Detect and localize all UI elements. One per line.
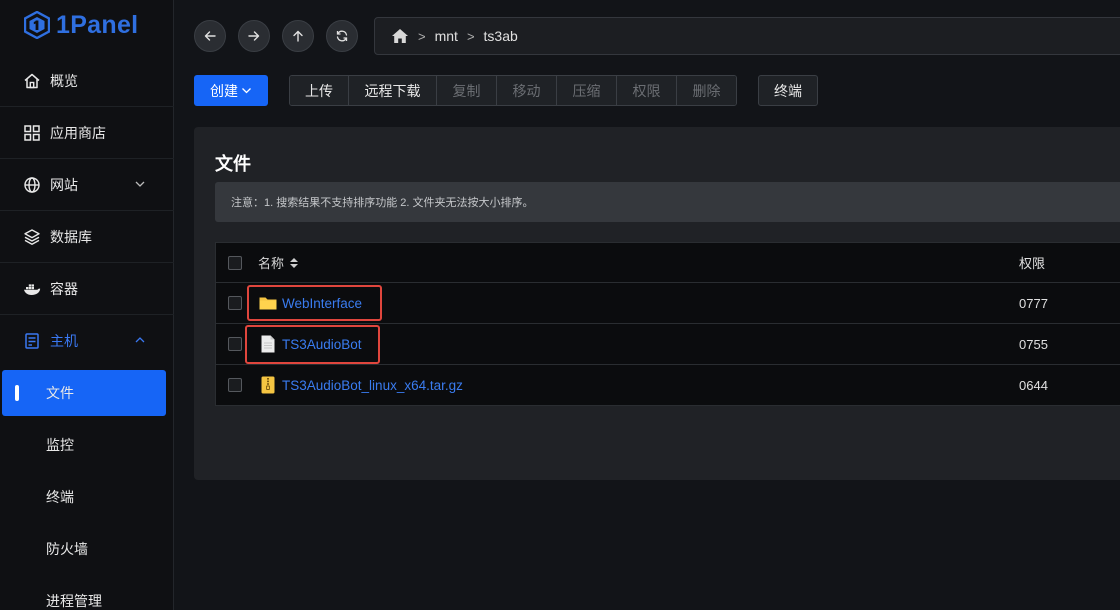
- file-name-link[interactable]: WebInterface: [282, 296, 362, 311]
- move-button[interactable]: 移动: [497, 76, 557, 105]
- file-name-link[interactable]: TS3AudioBot: [282, 337, 362, 352]
- path-breadcrumb: > mnt > ts3ab: [374, 17, 1120, 55]
- sidebar-subitem-monitor[interactable]: 监控: [0, 419, 174, 471]
- sidebar-item-label: 概览: [50, 72, 78, 89]
- sort-icon[interactable]: [289, 257, 299, 269]
- docker-icon: [22, 279, 42, 299]
- file-icon: [258, 334, 278, 354]
- app-logo[interactable]: 1Panel: [24, 10, 138, 40]
- notice-banner: 注意：1. 搜索结果不支持排序功能 2. 文件夹无法按大小排序。: [215, 182, 1120, 222]
- refresh-button[interactable]: [326, 20, 358, 52]
- forward-button[interactable]: [238, 20, 270, 52]
- archive-icon: [258, 375, 278, 395]
- breadcrumb-item[interactable]: mnt: [435, 28, 458, 44]
- remote-download-button[interactable]: 远程下载: [349, 76, 437, 105]
- table-row[interactable]: TS3AudioBot_linux_x64.tar.gz 0644: [216, 365, 1120, 405]
- terminal-button[interactable]: 终端: [758, 75, 818, 106]
- sidebar-subitem-files[interactable]: 文件: [2, 370, 166, 416]
- sidebar-subitem-label: 防火墙: [46, 541, 88, 557]
- sidebar-subitem-label: 终端: [46, 489, 74, 505]
- up-button[interactable]: [282, 20, 314, 52]
- table-row[interactable]: TS3AudioBot 0755: [216, 324, 1120, 365]
- home-icon: [22, 71, 42, 91]
- home-path-icon[interactable]: [391, 27, 409, 45]
- sidebar-subitem-label: 文件: [46, 385, 74, 401]
- sidebar-subitem-label: 进程管理: [46, 593, 102, 609]
- chevron-down-icon: [135, 181, 145, 187]
- breadcrumb-separator: >: [466, 28, 475, 44]
- back-button[interactable]: [194, 20, 226, 52]
- arrow-left-icon: [204, 31, 216, 41]
- sidebar-item-label: 应用商店: [50, 124, 106, 141]
- name-column-label: 名称: [258, 256, 285, 271]
- sidebar-item-container[interactable]: 容器: [0, 263, 174, 315]
- create-button[interactable]: 创建: [194, 75, 268, 106]
- file-table: 名称 权限 WebInterface 0777 TS3AudioBot 0755…: [215, 242, 1120, 406]
- notice-text: 注意：1. 搜索结果不支持排序功能 2. 文件夹无法按大小排序。: [231, 197, 534, 209]
- breadcrumb-item[interactable]: ts3ab: [484, 28, 518, 44]
- server-icon: [22, 331, 42, 351]
- sidebar-item-label: 数据库: [50, 228, 92, 245]
- sidebar-subitem-firewall[interactable]: 防火墙: [0, 523, 174, 575]
- row-checkbox[interactable]: [228, 337, 242, 351]
- grid-icon: [22, 123, 42, 143]
- breadcrumb-separator: >: [418, 28, 426, 44]
- arrow-up-icon: [293, 30, 303, 42]
- page-title: 文件: [215, 154, 251, 174]
- chevron-down-icon: [242, 88, 251, 94]
- sidebar-item-database[interactable]: 数据库: [0, 211, 174, 263]
- select-all-checkbox[interactable]: [228, 255, 242, 270]
- sidebar-subitem-label: 监控: [46, 437, 74, 453]
- copy-button[interactable]: 复制: [437, 76, 497, 105]
- permission-cell: 0777: [1019, 295, 1048, 311]
- permission-column-header: 权限: [1019, 256, 1046, 271]
- file-name-cell: TS3AudioBot: [258, 334, 362, 354]
- folder-icon: [258, 293, 278, 313]
- sidebar-item-label: 容器: [50, 280, 78, 297]
- sidebar-subitem-terminal[interactable]: 终端: [0, 471, 174, 523]
- permission-cell: 0644: [1019, 377, 1048, 393]
- name-column-header[interactable]: 名称: [258, 253, 299, 272]
- table-row[interactable]: WebInterface 0777: [216, 283, 1120, 324]
- sidebar-item-overview[interactable]: 概览: [0, 55, 174, 107]
- globe-icon: [22, 175, 42, 195]
- compress-button[interactable]: 压缩: [557, 76, 617, 105]
- permission-cell: 0755: [1019, 336, 1048, 352]
- row-checkbox[interactable]: [228, 296, 242, 310]
- row-checkbox[interactable]: [228, 378, 242, 392]
- chevron-up-icon: [135, 337, 145, 343]
- permission-button[interactable]: 权限: [617, 76, 677, 105]
- sidebar-subitem-process[interactable]: 进程管理: [0, 575, 174, 610]
- sidebar-item-label: 主机: [50, 333, 78, 349]
- 1panel-logo-icon: [24, 11, 50, 39]
- files-card: 文件 注意：1. 搜索结果不支持排序功能 2. 文件夹无法按大小排序。 名称 权…: [194, 127, 1120, 480]
- delete-button[interactable]: 删除: [677, 76, 736, 105]
- logo-text: 1Panel: [56, 10, 139, 39]
- arrow-right-icon: [248, 31, 260, 41]
- sidebar: 1Panel 概览 应用商店 网站 数据库 容器 主机 文件 监控 终端 防火墙…: [0, 0, 174, 610]
- sidebar-menu: 概览 应用商店 网站 数据库 容器 主机 文件 监控 终端 防火墙 进程管理: [0, 55, 174, 610]
- sidebar-item-app-store[interactable]: 应用商店: [0, 107, 174, 159]
- file-name-cell: WebInterface: [258, 293, 362, 313]
- upload-button[interactable]: 上传: [290, 76, 349, 105]
- table-header: 名称 权限: [216, 243, 1120, 283]
- file-action-group: 上传 远程下载 复制 移动 压缩 权限 删除: [289, 75, 737, 106]
- sidebar-item-host[interactable]: 主机: [0, 315, 174, 367]
- sidebar-item-label: 网站: [50, 176, 78, 193]
- file-name-link[interactable]: TS3AudioBot_linux_x64.tar.gz: [282, 378, 463, 393]
- sidebar-item-website[interactable]: 网站: [0, 159, 174, 211]
- create-button-label: 创建: [210, 82, 238, 99]
- layers-icon: [22, 227, 42, 247]
- file-name-cell: TS3AudioBot_linux_x64.tar.gz: [258, 375, 463, 395]
- refresh-icon: [336, 30, 348, 42]
